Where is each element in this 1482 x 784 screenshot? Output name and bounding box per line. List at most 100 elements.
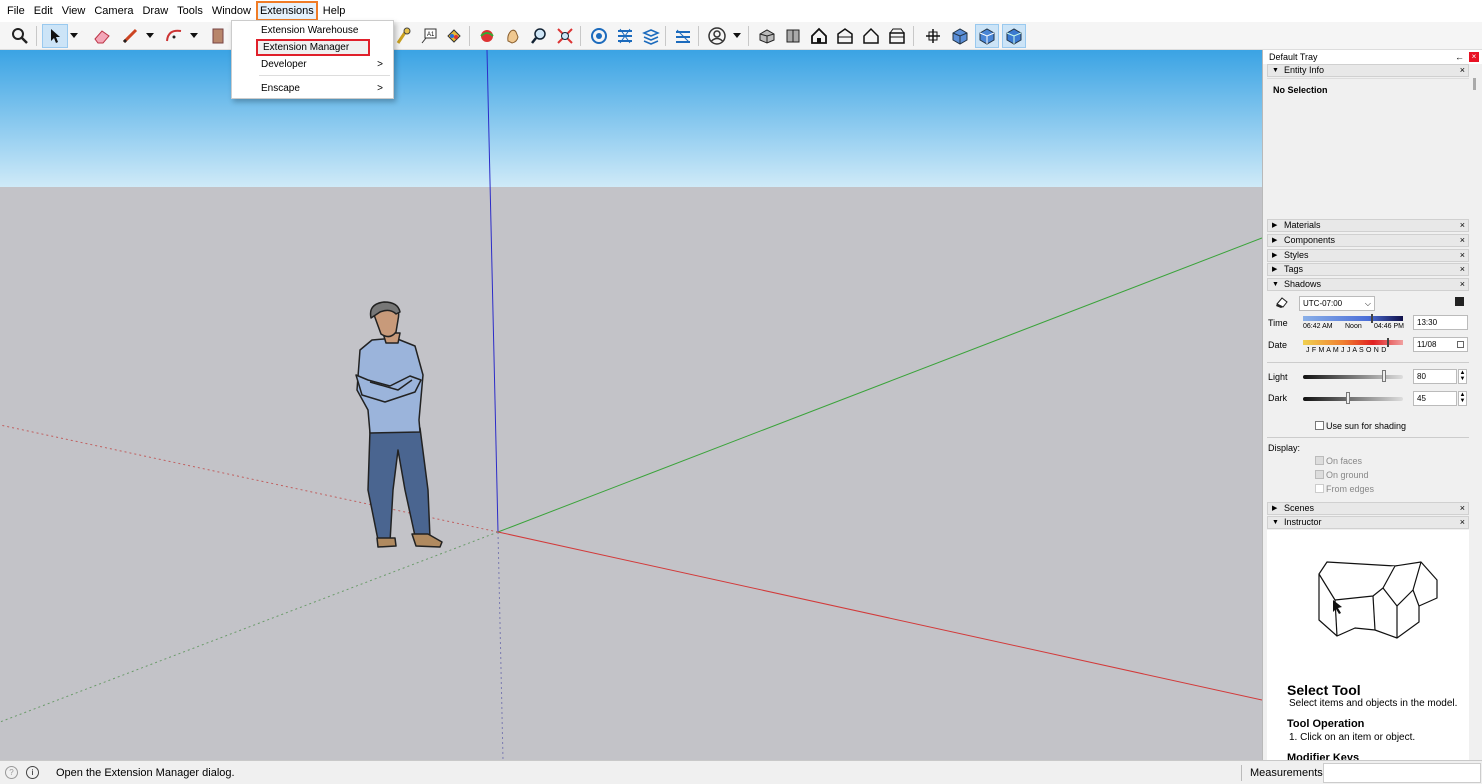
textured-style-icon[interactable]	[1002, 24, 1026, 48]
time-mid: Noon	[1345, 323, 1362, 330]
menu-edit[interactable]: Edit	[30, 1, 57, 21]
zoom-extents-icon[interactable]	[553, 24, 577, 48]
default-tray: Default Tray ← × ▼ Entity Info × No Sele…	[1262, 50, 1482, 760]
time-start: 06:42 AM	[1303, 323, 1333, 330]
use-sun-checkbox[interactable]	[1315, 421, 1324, 430]
panel-shadows-header[interactable]: ▼ Shadows ×	[1267, 278, 1469, 291]
pencil-icon[interactable]	[118, 24, 142, 48]
shadow-details-icon[interactable]	[1455, 297, 1464, 306]
light-slider-thumb[interactable]	[1382, 370, 1386, 382]
tape-measure-icon[interactable]	[391, 24, 415, 48]
panel-entity-info-header[interactable]: ▼ Entity Info ×	[1267, 64, 1469, 77]
close-icon[interactable]: ×	[1460, 250, 1465, 261]
on-faces-checkbox[interactable]	[1315, 456, 1324, 465]
left-view-icon[interactable]	[885, 24, 909, 48]
zoom-icon[interactable]	[527, 24, 551, 48]
close-icon[interactable]: ×	[1460, 503, 1465, 514]
rectangle-icon[interactable]	[205, 24, 229, 48]
front-view-icon[interactable]	[807, 24, 831, 48]
panel-scenes-header[interactable]: ▶ Scenes ×	[1267, 502, 1469, 515]
pin-icon[interactable]: ←	[1455, 50, 1464, 64]
light-slider[interactable]	[1303, 375, 1403, 379]
shaded-style-icon[interactable]	[975, 24, 999, 48]
sky	[0, 50, 1262, 187]
triangle-right-icon: ▶	[1272, 222, 1278, 229]
panel-styles-header[interactable]: ▶ Styles ×	[1267, 249, 1469, 262]
menu-item-enscape[interactable]: Enscape >	[232, 80, 393, 97]
use-sun-label: Use sun for shading	[1326, 421, 1407, 431]
menu-window[interactable]: Window	[208, 1, 255, 21]
close-icon[interactable]: ×	[1460, 517, 1465, 528]
menu-draw[interactable]: Draw	[138, 1, 172, 21]
on-ground-checkbox[interactable]	[1315, 470, 1324, 479]
eraser-icon[interactable]	[90, 24, 114, 48]
triangle-right-icon: ▶	[1272, 266, 1278, 273]
instructor-tool-name: Select Tool	[1287, 682, 1361, 698]
close-icon[interactable]: ×	[1460, 235, 1465, 246]
menu-help[interactable]: Help	[319, 1, 350, 21]
layers-icon[interactable]	[639, 24, 663, 48]
dark-slider[interactable]	[1303, 397, 1403, 401]
chevron-down-icon[interactable]	[145, 24, 155, 48]
chevron-right-icon: >	[377, 59, 383, 70]
light-input[interactable]: 80	[1413, 369, 1457, 384]
close-icon[interactable]: ×	[1460, 220, 1465, 231]
menu-file[interactable]: File	[3, 1, 29, 21]
section-plane-icon[interactable]	[613, 24, 637, 48]
menu-item-extension-warehouse[interactable]: Extension Warehouse	[232, 22, 393, 39]
info-icon[interactable]: i	[26, 766, 39, 779]
close-icon[interactable]: ×	[1469, 52, 1479, 62]
from-edges-checkbox[interactable]	[1315, 484, 1324, 493]
time-input[interactable]: 13:30	[1413, 315, 1468, 330]
chevron-down-icon[interactable]	[189, 24, 199, 48]
close-icon[interactable]: ×	[1460, 264, 1465, 275]
menu-extensions[interactable]: Extensions	[255, 1, 318, 21]
panel-materials-header[interactable]: ▶ Materials ×	[1267, 219, 1469, 232]
menu-view[interactable]: View	[58, 1, 90, 21]
time-slider-thumb[interactable]	[1371, 314, 1373, 323]
xray-style-icon[interactable]	[921, 24, 945, 48]
panel-tags-header[interactable]: ▶ Tags ×	[1267, 263, 1469, 276]
dark-input[interactable]: 45	[1413, 391, 1457, 406]
account-icon[interactable]	[705, 24, 729, 48]
pan-hand-icon[interactable]	[501, 24, 525, 48]
instructor-operation-heading: Tool Operation	[1287, 718, 1365, 730]
text-tool-icon[interactable]: A1	[417, 24, 441, 48]
layout-icon[interactable]	[587, 24, 611, 48]
iso-view-icon[interactable]	[755, 24, 779, 48]
right-view-icon[interactable]	[833, 24, 857, 48]
menu-item-developer[interactable]: Developer >	[232, 56, 393, 73]
orbit-icon[interactable]	[475, 24, 499, 48]
calendar-icon[interactable]	[1457, 341, 1464, 348]
search-icon[interactable]	[8, 24, 32, 48]
paint-bucket-icon[interactable]	[442, 24, 466, 48]
chevron-down-icon[interactable]	[732, 24, 742, 48]
date-input[interactable]: 11/08	[1413, 337, 1468, 352]
select-tool-icon[interactable]	[42, 24, 68, 48]
menu-camera[interactable]: Camera	[90, 1, 137, 21]
dark-stepper[interactable]: ▲ ▼	[1458, 391, 1467, 406]
model-viewport[interactable]	[0, 50, 1262, 760]
panel-components-header[interactable]: ▶ Components ×	[1267, 234, 1469, 247]
sandbox-icon[interactable]	[671, 24, 695, 48]
menu-item-extension-manager[interactable]: Extension Manager	[256, 39, 370, 56]
time-slider[interactable]	[1303, 316, 1403, 321]
triangle-right-icon: ▶	[1272, 237, 1278, 244]
measurements-input[interactable]	[1323, 763, 1481, 783]
back-view-icon[interactable]	[859, 24, 883, 48]
close-icon[interactable]: ×	[1460, 279, 1465, 290]
date-slider-thumb[interactable]	[1387, 338, 1389, 347]
panel-instructor-header[interactable]: ▼ Instructor ×	[1267, 516, 1469, 529]
shadows-toggle-icon[interactable]	[1275, 296, 1289, 308]
chevron-down-icon[interactable]	[69, 24, 79, 48]
close-icon[interactable]: ×	[1460, 65, 1465, 76]
wireframe-style-icon[interactable]	[948, 24, 972, 48]
top-view-icon[interactable]	[781, 24, 805, 48]
dark-slider-thumb[interactable]	[1346, 392, 1350, 404]
geo-location-icon[interactable]: ?	[5, 766, 18, 779]
timezone-select[interactable]: UTC-07:00 ⌵	[1299, 296, 1375, 311]
arc-icon[interactable]	[162, 24, 186, 48]
light-stepper[interactable]: ▲ ▼	[1458, 369, 1467, 384]
tray-scrollbar[interactable]	[1473, 78, 1476, 90]
menu-tools[interactable]: Tools	[173, 1, 207, 21]
